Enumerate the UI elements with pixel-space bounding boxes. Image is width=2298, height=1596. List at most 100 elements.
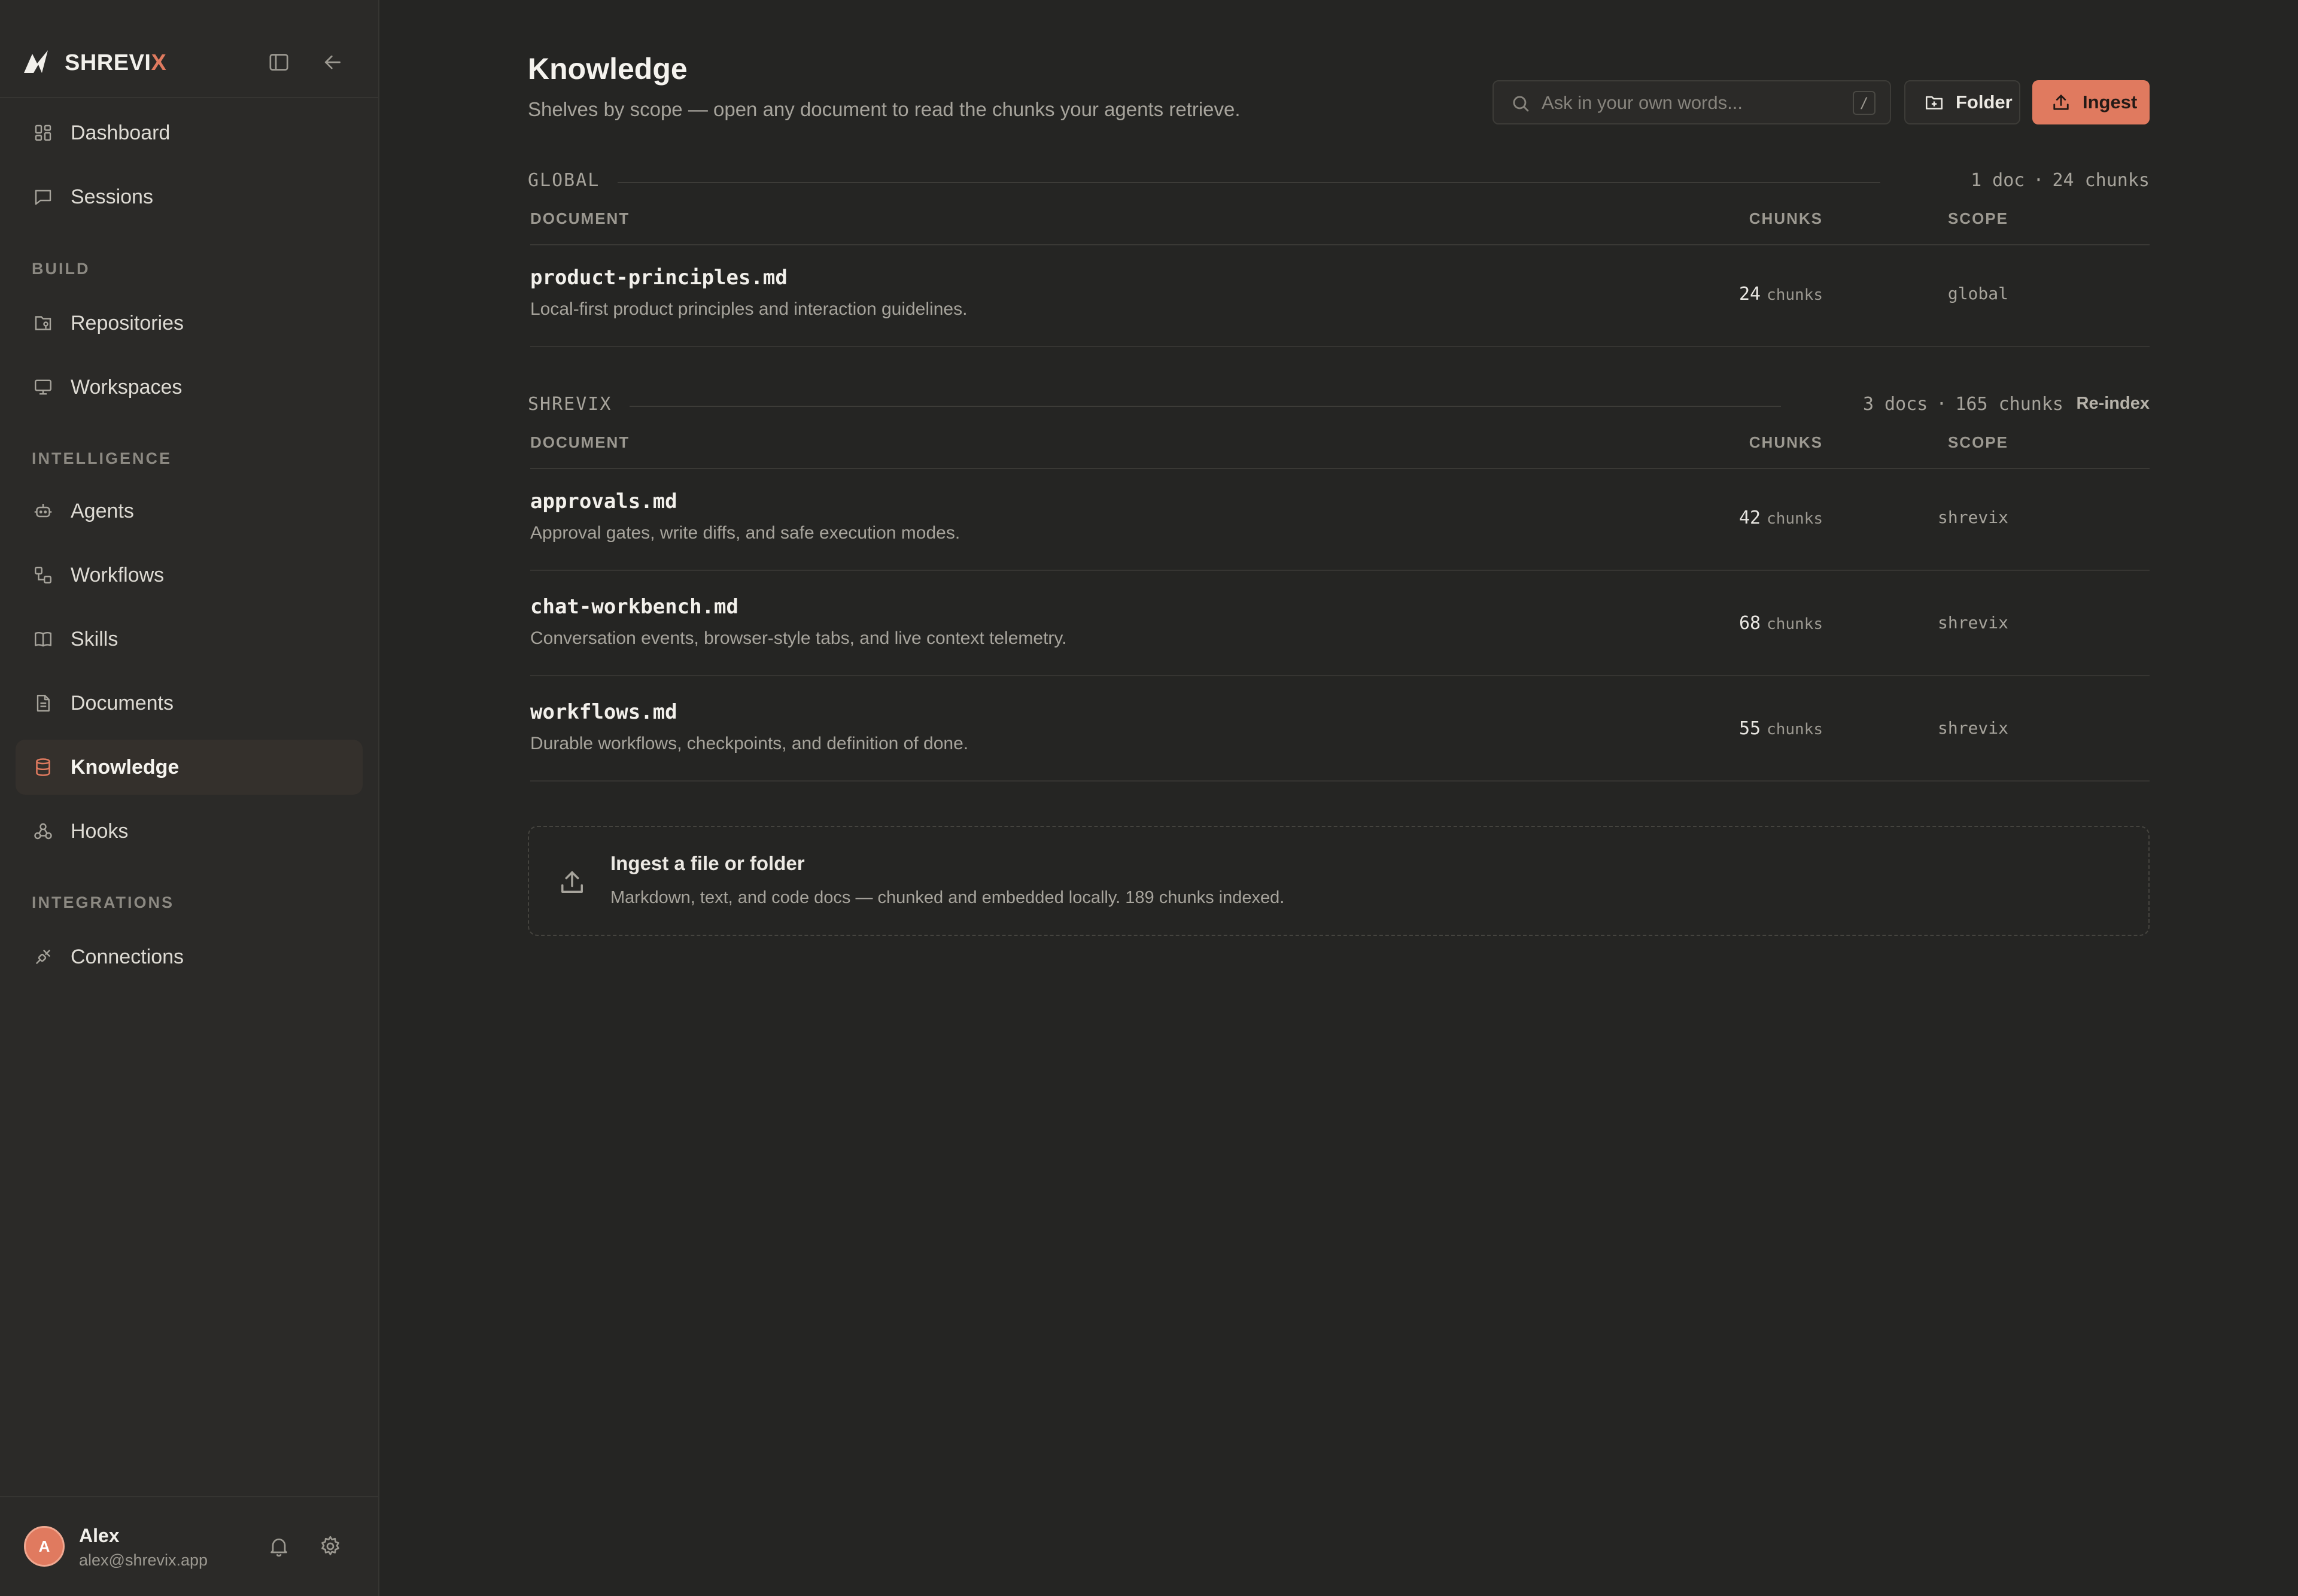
group-divider: [618, 182, 1880, 183]
user-profile: A Alex alex@shrevix.app: [0, 1496, 378, 1596]
document-description: Conversation events, browser-style tabs,…: [530, 628, 1067, 648]
search-shortcut-key: /: [1853, 91, 1876, 115]
document-scope: shrevix: [1937, 718, 2008, 738]
avatar[interactable]: A: [24, 1526, 65, 1567]
brand-header: SHREVIX: [0, 0, 378, 98]
column-header-scope: SCOPE: [1947, 433, 2008, 451]
database-icon: [32, 756, 54, 778]
plug-icon: [32, 946, 54, 968]
group-stats: 3 docs · 165 chunks: [1862, 394, 2063, 415]
folder-plus-icon: [1923, 92, 1945, 113]
dropzone-title: Ingest a file or folder: [610, 852, 805, 874]
monitor-icon: [32, 376, 54, 398]
collapse-arrow-left-icon[interactable]: [321, 50, 345, 74]
sidebar-item-label: Skills: [71, 627, 118, 650]
column-header-document: DOCUMENT: [530, 433, 630, 451]
page-subtitle: Shelves by scope — open any document to …: [528, 98, 1241, 120]
search-input[interactable]: [1542, 87, 1829, 118]
sidebar-item-label: Documents: [71, 691, 174, 715]
sidebar-item-label: Repositories: [71, 311, 184, 335]
gear-icon[interactable]: [318, 1534, 342, 1558]
chunk-count: 24 chunks: [1738, 284, 1823, 305]
document-name: workflows.md: [530, 700, 677, 724]
sidebar-item-skills[interactable]: Skills: [16, 612, 363, 667]
robot-icon: [32, 500, 54, 522]
chunk-count: 42 chunks: [1738, 507, 1823, 528]
column-header-document: DOCUMENT: [530, 209, 630, 227]
document-scope: shrevix: [1937, 507, 2008, 527]
chunk-count: 55 chunks: [1738, 718, 1823, 739]
folder-button-label: Folder: [1956, 92, 2013, 113]
reindex-button[interactable]: Re-index: [2077, 394, 2150, 414]
shrevix-logo-icon: [22, 48, 50, 77]
dashboard-icon: [32, 122, 54, 144]
section-label-integrations: INTEGRATIONS: [32, 893, 174, 911]
table-row[interactable]: approvals.md Approval gates, write diffs…: [530, 466, 2150, 571]
table-row[interactable]: workflows.md Durable workflows, checkpoi…: [530, 676, 2150, 782]
sidebar-item-label: Sessions: [71, 185, 153, 208]
sidebar-item-workspaces[interactable]: Workspaces: [16, 360, 363, 415]
document-description: Local-first product principles and inter…: [530, 299, 968, 319]
sidebar-item-sessions[interactable]: Sessions: [16, 169, 363, 224]
search-icon: [1509, 92, 1532, 115]
sidebar-item-hooks[interactable]: Hooks: [16, 804, 363, 859]
sidebar-item-documents[interactable]: Documents: [16, 676, 363, 731]
ingest-dropzone[interactable]: Ingest a file or folder Markdown, text, …: [528, 826, 2150, 936]
sidebar-item-label: Knowledge: [71, 755, 180, 779]
group-header-global: GLOBAL 1 doc · 24 chunks: [528, 170, 2150, 194]
sidebar-item-label: Agents: [71, 499, 134, 522]
chunk-count: 68 chunks: [1738, 613, 1823, 634]
group-name: GLOBAL: [528, 170, 600, 191]
column-header-chunks: CHUNKS: [1749, 209, 1823, 227]
sidebar-item-label: Connections: [71, 945, 184, 968]
table-row[interactable]: chat-workbench.md Conversation events, b…: [530, 571, 2150, 676]
section-label-intelligence: INTELLIGENCE: [32, 449, 172, 467]
document-name: approvals.md: [530, 490, 677, 513]
sidebar-item-agents[interactable]: Agents: [16, 484, 363, 539]
sidebar-item-dashboard[interactable]: Dashboard: [16, 105, 363, 160]
workflow-icon: [32, 564, 54, 586]
group-divider: [630, 406, 1781, 407]
ingest-button-label: Ingest: [2083, 92, 2138, 113]
folder-button[interactable]: Folder: [1904, 80, 2020, 124]
table-header: DOCUMENT CHUNKS SCOPE: [530, 209, 2150, 245]
dropzone-subtitle: Markdown, text, and code docs — chunked …: [610, 888, 1285, 907]
repository-icon: [32, 312, 54, 334]
sidebar-item-label: Workspaces: [71, 375, 183, 399]
sidebar-item-label: Dashboard: [71, 121, 171, 144]
book-icon: [32, 628, 54, 650]
sidebar-item-knowledge[interactable]: Knowledge: [16, 740, 363, 795]
user-name: Alex: [79, 1525, 120, 1546]
upload-icon: [557, 867, 588, 898]
table-row[interactable]: product-principles.md Local-first produc…: [530, 242, 2150, 347]
sidebar-item-workflows[interactable]: Workflows: [16, 548, 363, 603]
upload-icon: [2050, 92, 2072, 113]
document-description: Approval gates, write diffs, and safe ex…: [530, 523, 960, 543]
document-name: product-principles.md: [530, 266, 788, 290]
search-box: /: [1493, 80, 1891, 124]
document-name: chat-workbench.md: [530, 595, 738, 619]
section-label-build: BUILD: [32, 260, 90, 278]
document-scope: shrevix: [1937, 613, 2008, 633]
sidebar: SHREVIX Dashboard Sessions BUILD Reposit…: [0, 0, 379, 1596]
column-header-scope: SCOPE: [1947, 209, 2008, 227]
ingest-button[interactable]: Ingest: [2032, 80, 2150, 124]
sidebar-item-label: Hooks: [71, 819, 129, 843]
brand-name: SHREVIX: [65, 50, 167, 75]
user-email: alex@shrevix.app: [79, 1551, 208, 1569]
document-icon: [32, 692, 54, 714]
document-scope: global: [1947, 284, 2008, 303]
toggle-sidebar-icon[interactable]: [267, 50, 291, 74]
bell-icon[interactable]: [267, 1534, 291, 1558]
chat-bubble-icon: [32, 186, 54, 208]
sidebar-item-connections[interactable]: Connections: [16, 929, 363, 984]
sidebar-item-repositories[interactable]: Repositories: [16, 296, 363, 351]
document-description: Durable workflows, checkpoints, and defi…: [530, 734, 969, 753]
group-stats: 1 doc · 24 chunks: [1971, 170, 2150, 191]
group-header-shrevix: SHREVIX 3 docs · 165 chunks Re-index: [528, 394, 2150, 418]
page-title: Knowledge: [528, 52, 688, 86]
webhook-icon: [32, 820, 54, 842]
main-content: Knowledge Shelves by scope — open any do…: [379, 0, 2298, 1596]
table-header: DOCUMENT CHUNKS SCOPE: [530, 433, 2150, 469]
column-header-chunks: CHUNKS: [1749, 433, 1823, 451]
